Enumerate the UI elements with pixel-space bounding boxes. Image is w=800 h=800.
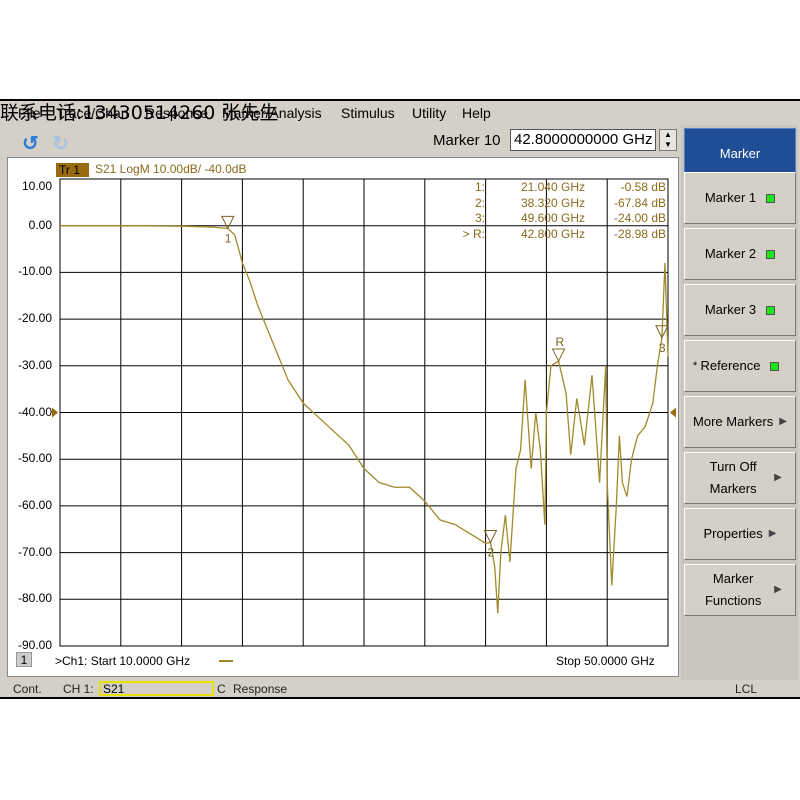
sweep-mode: Cont. (13, 682, 42, 696)
softkey-marker-1[interactable]: Marker 1 (684, 172, 796, 224)
softkey-turn-off-markers[interactable]: Turn Off Markers ▶ (684, 452, 796, 504)
marker-readout-val: -0.58 dB (620, 180, 666, 194)
softkey-label: Marker 3 (704, 302, 757, 317)
marker-readout-freq: 42.800 GHz (520, 226, 585, 241)
softkey-marker-3[interactable]: Marker 3 (684, 284, 796, 336)
softkey-marker-functions[interactable]: Marker Functions ▶ (684, 564, 796, 616)
cal-status: C (217, 682, 226, 696)
marker-on-led-icon (766, 249, 776, 259)
submenu-arrow-icon: ▶ (768, 528, 777, 539)
marker-on-led-icon (766, 193, 776, 203)
marker-readout-id: > R: (462, 226, 485, 241)
status-response: Response (233, 682, 288, 696)
ref-level-arrow-right (670, 407, 676, 418)
softkey-more-markers[interactable]: More Markers ▶ (684, 396, 796, 448)
marker-2-label: 2 (487, 546, 494, 560)
marker-readout-freq: 49.600 GHz (520, 211, 585, 225)
marker-readout-val: -24.00 dB (613, 211, 666, 225)
softkey-label: Reference (700, 358, 761, 373)
marker-1-triangle (220, 215, 235, 230)
softkey-label: Marker 2 (704, 246, 757, 261)
marker-R-triangle (551, 348, 566, 363)
submenu-arrow-icon: ▶ (779, 416, 787, 427)
marker-readout-val: -67.84 dB (613, 195, 666, 210)
marker-readout-val: -28.98 dB (613, 226, 666, 241)
marker-on-led-icon (766, 305, 776, 315)
ref-level-arrow-left (52, 407, 58, 418)
status-channel: CH 1: (63, 682, 94, 696)
marker-1-label: 1 (225, 231, 232, 245)
start-frequency: >Ch1: Start 10.0000 GHz (55, 654, 191, 668)
softkey-reference[interactable]: * Reference (684, 340, 796, 392)
softkey-label: Properties (703, 526, 763, 541)
softkey-properties[interactable]: Properties ▶ (684, 508, 796, 560)
submenu-arrow-icon: ▶ (774, 584, 782, 595)
stop-frequency: Stop 50.0000 GHz (556, 654, 655, 668)
marker-R-label: R (556, 335, 565, 349)
marker-on-led-icon (770, 361, 780, 371)
softkey-label: Marker Functions (704, 571, 762, 608)
submenu-arrow-icon: ▶ (774, 472, 782, 483)
marker-readout-freq: 21.040 GHz (520, 180, 585, 194)
active-parameter[interactable]: S21 (99, 681, 214, 696)
active-indicator: * (693, 360, 698, 372)
softkey-label: Marker 1 (704, 190, 757, 205)
softkey-label: Turn Off Markers (709, 459, 757, 496)
marker-readout-id: 3: (474, 211, 485, 225)
marker-readout-freq: 38.320 GHz (520, 195, 585, 210)
softkey-marker-2[interactable]: Marker 2 (684, 228, 796, 280)
marker-3-label: 3 (659, 341, 666, 355)
marker-readout-id: 2: (474, 195, 485, 210)
marker-2-triangle (483, 530, 498, 544)
trace-legend-line (219, 660, 233, 662)
channel-number[interactable]: 1 (16, 652, 32, 667)
remote-status: LCL (735, 682, 758, 696)
marker-readout-id: 1: (474, 180, 485, 194)
softkey-label: More Markers (693, 414, 774, 429)
